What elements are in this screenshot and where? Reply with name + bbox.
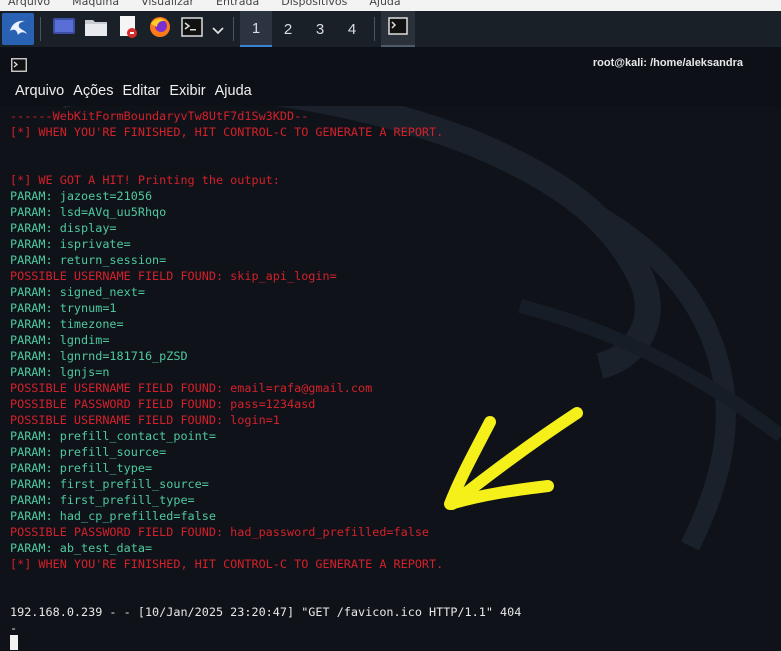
terminal-line: - <box>10 621 18 635</box>
terminal-lines: ------WebKitFormBoundaryvTw8UtF7d1Sw3KDD… <box>10 108 521 636</box>
terminal-line: PARAM: timezone= <box>10 317 124 331</box>
terminal-line: PARAM: ab_test_data= <box>10 541 153 555</box>
terminal-line: POSSIBLE PASSWORD FIELD FOUND: had_passw… <box>10 525 430 539</box>
terminal-line: [*] WE GOT A HIT! Printing the output: <box>10 173 280 187</box>
menu-editar[interactable]: Editar <box>122 80 160 106</box>
file-manager-button[interactable] <box>81 14 111 44</box>
terminal-line: PARAM: signed_next= <box>10 285 145 299</box>
terminal-line: [*] WHEN YOU'RE FINISHED, HIT CONTROL-C … <box>10 125 444 139</box>
workspace-1[interactable]: 1 <box>240 11 272 47</box>
terminal-line: POSSIBLE USERNAME FIELD FOUND: skip_api_… <box>10 269 337 283</box>
menu-exibir[interactable]: Exibir <box>169 80 205 106</box>
kali-menu-icon <box>6 15 30 43</box>
firefox-icon <box>148 15 172 43</box>
terminal-line: [*] WHEN YOU'RE FINISHED, HIT CONTROL-C … <box>10 557 444 571</box>
desktop-icon <box>52 17 76 41</box>
host-menu-bar: Arquivo Máquina Visualizar Entrada Dispo… <box>0 0 781 11</box>
terminal-line: PARAM: display= <box>10 221 117 235</box>
terminal-titlebar: root@kali: /home/aleksandra <box>0 47 781 80</box>
terminal-line: ------WebKitFormBoundaryvTw8UtF7d1Sw3KDD… <box>10 109 309 123</box>
terminal-icon <box>388 17 408 39</box>
workspace-4[interactable]: 4 <box>336 11 368 47</box>
terminal-line: PARAM: jazoest=21056 <box>10 189 153 203</box>
terminal-task-button[interactable] <box>381 11 415 47</box>
workspace-3[interactable]: 3 <box>304 11 336 47</box>
host-menu-input[interactable]: Entrada <box>216 0 259 8</box>
terminal-line: PARAM: lgnrnd=181716_pZSD <box>10 349 188 363</box>
yellow-arrow-icon <box>444 407 583 510</box>
text-editor-icon <box>117 15 139 43</box>
show-desktop-button[interactable] <box>49 14 79 44</box>
taskbar: 1 2 3 4 <box>0 11 781 47</box>
text-editor-button[interactable] <box>113 14 143 44</box>
taskbar-separator <box>40 17 41 41</box>
window-title: root@kali: /home/aleksandra <box>592 57 743 69</box>
terminal-line: PARAM: lgnjs=n <box>10 365 110 379</box>
taskbar-separator <box>374 17 375 41</box>
chevron-down-icon <box>212 20 224 39</box>
terminal-line: PARAM: lsd=AVq_uu5Rhqo <box>10 205 167 219</box>
file-manager-icon <box>84 16 108 42</box>
terminal-line: PARAM: return_session= <box>10 253 167 267</box>
host-menu-devices[interactable]: Dispositivos <box>281 0 347 8</box>
firefox-button[interactable] <box>145 14 175 44</box>
kali-menu-button[interactable] <box>2 13 34 45</box>
terminal-line: 192.168.0.239 - - [10/Jan/2025 23:20:47]… <box>10 605 522 619</box>
terminal-line: POSSIBLE USERNAME FIELD FOUND: email=raf… <box>10 381 373 395</box>
terminal-line: PARAM: lgndim= <box>10 333 110 347</box>
workspace-2[interactable]: 2 <box>272 11 304 47</box>
terminal-cursor <box>10 635 18 650</box>
terminal-icon <box>11 57 27 76</box>
terminal-launcher-button[interactable] <box>177 14 207 44</box>
terminal-line: PARAM: isprivate= <box>10 237 131 251</box>
host-menu-view[interactable]: Visualizar <box>141 0 194 8</box>
menu-arquivo[interactable]: Arquivo <box>15 80 64 106</box>
terminal-output[interactable]: ------WebKitFormBoundaryvTw8UtF7d1Sw3KDD… <box>0 106 781 651</box>
host-menu-help[interactable]: Ajuda <box>369 0 400 8</box>
taskbar-separator <box>233 17 234 41</box>
host-menu-file[interactable]: Arquivo <box>8 0 50 8</box>
host-menu-machine[interactable]: Máquina <box>72 0 119 8</box>
menu-ajuda[interactable]: Ajuda <box>215 80 252 106</box>
terminal-line: PARAM: trynum=1 <box>10 301 117 315</box>
terminal-icon <box>181 17 203 41</box>
launcher-dropdown-button[interactable] <box>209 14 227 44</box>
terminal-menubar: Arquivo Ações Editar Exibir Ajuda <box>0 80 781 106</box>
menu-acoes[interactable]: Ações <box>73 80 113 106</box>
